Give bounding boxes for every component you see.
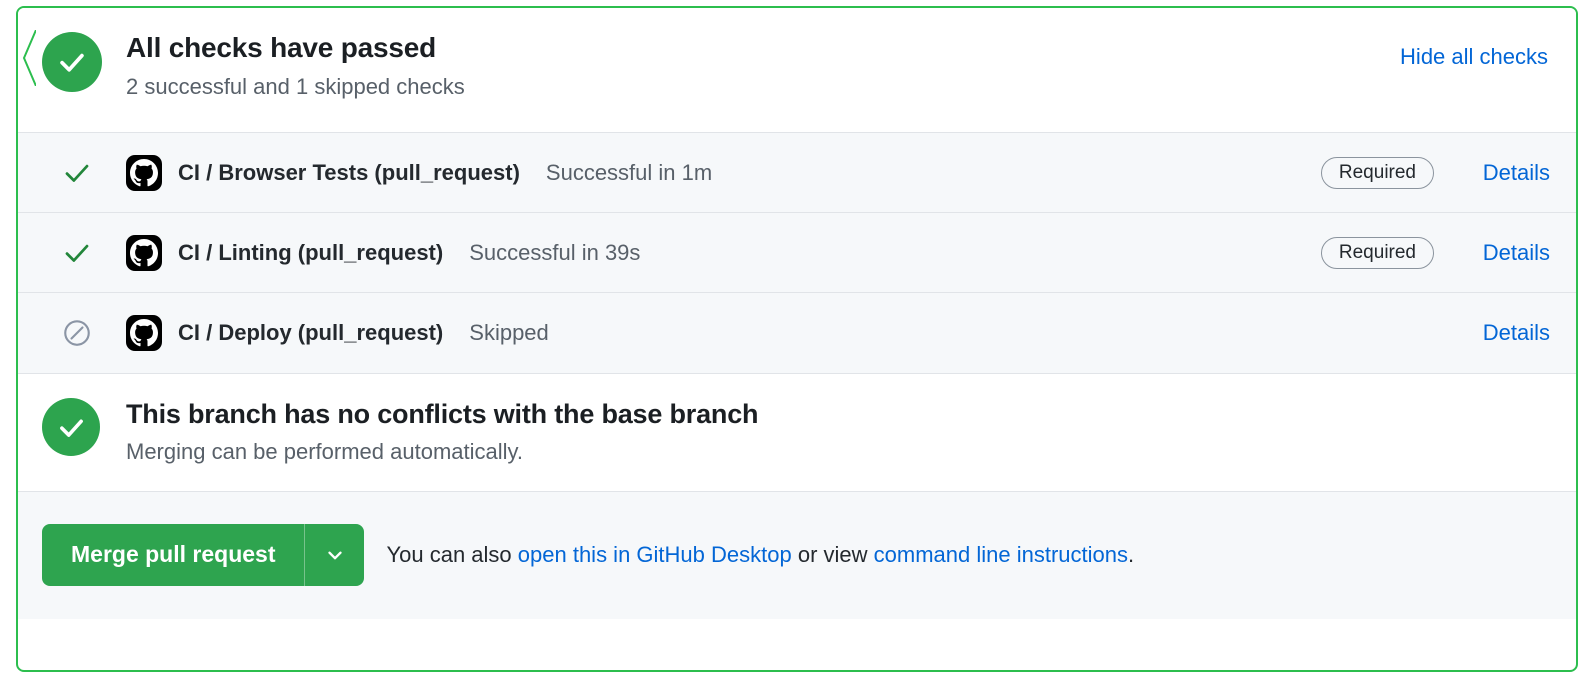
table-row[interactable]: CI / Linting (pull_request) Successful i… (18, 213, 1576, 293)
checks-status-subtitle: 2 successful and 1 skipped checks (126, 74, 465, 99)
checks-summary-header: All checks have passed 2 successful and … (18, 8, 1576, 132)
github-octocat-icon (126, 315, 162, 351)
merge-status-box: All checks have passed 2 successful and … (16, 6, 1578, 672)
skipped-icon (62, 318, 96, 348)
table-row[interactable]: CI / Deploy (pull_request) Skipped Detai… (18, 293, 1576, 373)
check-icon (62, 238, 96, 268)
footer-text-after: . (1127, 541, 1135, 567)
footer-text-before: You can also (386, 541, 518, 567)
merge-footer: Merge pull request You can also open thi… (18, 491, 1576, 619)
conflicts-title: This branch has no conflicts with the ba… (126, 399, 759, 429)
check-circle-icon (42, 398, 100, 456)
check-name: CI / Browser Tests (pull_request) (178, 159, 520, 185)
open-in-github-desktop-link[interactable]: open this in GitHub Desktop (518, 542, 792, 567)
checks-status-title: All checks have passed (126, 32, 436, 63)
command-line-instructions-link[interactable]: command line instructions (874, 542, 1128, 567)
checks-list: CI / Browser Tests (pull_request) Succes… (18, 132, 1576, 373)
table-row[interactable]: CI / Browser Tests (pull_request) Succes… (18, 133, 1576, 213)
conflicts-subtitle: Merging can be performed automatically. (126, 439, 524, 465)
details-link[interactable]: Details (1468, 160, 1550, 186)
footer-help-text: You can also open this in GitHub Desktop… (386, 542, 1134, 568)
callout-notch-icon (22, 30, 36, 86)
github-octocat-icon (126, 234, 162, 271)
required-badge: Required (1320, 156, 1434, 189)
merge-conflicts-section: This branch has no conflicts with the ba… (18, 373, 1576, 491)
check-circle-icon (42, 32, 102, 92)
check-icon (62, 158, 96, 188)
check-description: Successful in 39s (469, 239, 641, 265)
check-name: CI / Linting (pull_request) (178, 239, 444, 265)
check-description: Skipped (469, 320, 549, 345)
conflicts-text-block: This branch has no conflicts with the ba… (126, 396, 759, 465)
required-badge: Required (1320, 236, 1434, 269)
footer-text-middle: or view (791, 541, 874, 567)
merge-button-group: Merge pull request (42, 523, 365, 586)
chevron-down-icon[interactable] (304, 523, 365, 586)
header-text-block: All checks have passed 2 successful and … (126, 28, 465, 102)
hide-all-checks-link[interactable]: Hide all checks (1400, 44, 1548, 70)
details-link[interactable]: Details (1468, 320, 1550, 346)
details-link[interactable]: Details (1468, 240, 1550, 266)
github-octocat-icon (126, 154, 162, 191)
check-description: Successful in 1m (545, 159, 713, 185)
merge-pull-request-button[interactable]: Merge pull request (42, 523, 305, 586)
check-name: CI / Deploy (pull_request) (178, 320, 444, 345)
screenshot-root: All checks have passed 2 successful and … (0, 0, 1594, 678)
